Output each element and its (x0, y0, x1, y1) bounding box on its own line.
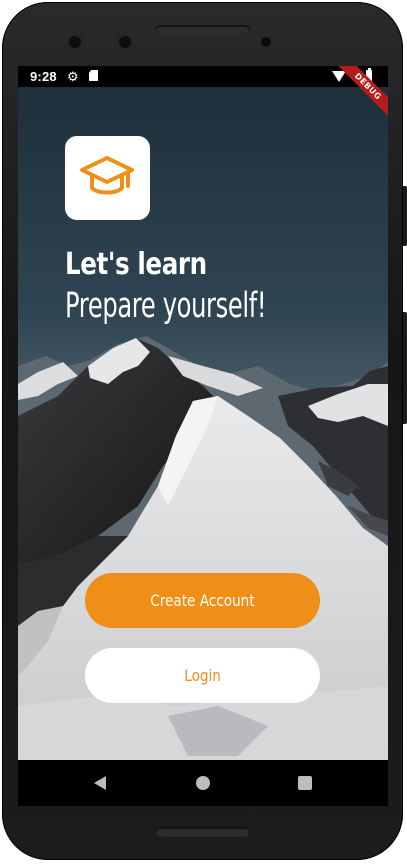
status-bar: 9:28 ⚙ (18, 66, 388, 87)
status-time: 9:28 (30, 69, 57, 84)
page-subtitle: Prepare yourself! (65, 286, 267, 326)
front-camera-secondary (116, 33, 134, 51)
login-button[interactable]: Login (85, 648, 320, 703)
bottom-speaker (155, 827, 250, 837)
page-title: Let's learn (65, 247, 207, 282)
home-icon[interactable] (196, 776, 210, 790)
login-label: Login (184, 666, 221, 685)
back-icon[interactable] (94, 776, 106, 790)
earpiece-speaker (155, 25, 250, 35)
create-account-label: Create Account (150, 591, 255, 610)
create-account-button[interactable]: Create Account (85, 573, 320, 628)
power-button (403, 186, 407, 246)
front-camera (66, 33, 84, 51)
proximity-sensor (261, 37, 271, 47)
gear-icon: ⚙ (67, 69, 79, 84)
phone-frame: 9:28 ⚙ DEBUG Let's learn Prepare yoursel… (0, 0, 407, 864)
graduation-cap-icon (80, 156, 134, 195)
volume-button (403, 312, 407, 424)
system-nav-bar (18, 760, 388, 806)
app-screen: 9:28 ⚙ DEBUG Let's learn Prepare yoursel… (18, 66, 388, 760)
wifi-icon (332, 71, 346, 82)
app-logo (65, 136, 150, 220)
sd-card-icon (89, 70, 98, 81)
recents-icon[interactable] (298, 776, 312, 790)
